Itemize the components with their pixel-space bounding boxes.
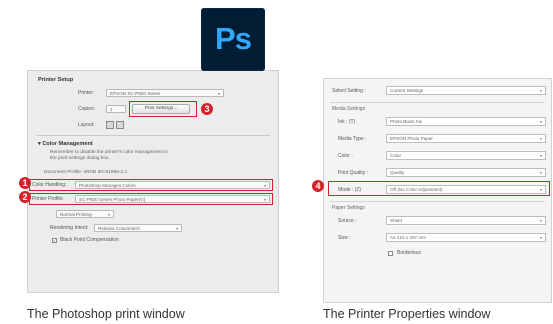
chevron-down-icon: ▾: [539, 187, 542, 192]
printer-profile-label: Printer Profile:: [32, 196, 64, 202]
color-dropdown[interactable]: Color ▾: [386, 151, 546, 160]
ink-dropdown[interactable]: Photo Black Ink ▾: [386, 117, 546, 126]
chevron-down-icon: ▾: [539, 218, 542, 223]
source-label: Source :: [338, 218, 357, 224]
color-handling-value: Photoshop Manages Colors: [79, 183, 136, 188]
chevron-down-icon: ▾: [263, 183, 266, 188]
color-management-title: ▾ Color Management: [38, 141, 93, 147]
chevron-down-icon: ▾: [175, 226, 178, 231]
chevron-down-icon: ▾: [539, 88, 542, 93]
print-mode-value: Normal Printing: [60, 212, 92, 217]
chevron-down-icon: ▾: [539, 119, 542, 124]
print-quality-value: Quality: [390, 170, 405, 175]
chevron-down-icon: ▾: [539, 235, 542, 240]
borderless-label: Borderless: [397, 250, 421, 256]
mode-value: Off (No Color Adjustment): [390, 187, 443, 192]
media-type-dropdown[interactable]: EPSON Photo Paper ▾: [386, 134, 546, 143]
printer-profile-value: SC-P600 Series Photo Paper(G): [79, 197, 146, 202]
mode-label: Mode : (Z): [338, 187, 362, 193]
step-1-badge: 1: [19, 177, 31, 189]
rendering-intent-select[interactable]: Relative Colorimetric ▾: [94, 224, 182, 232]
print-settings-highlight: [129, 101, 197, 117]
color-label: Color :: [338, 153, 353, 159]
left-caption: The Photoshop print window: [27, 307, 185, 321]
step-4-badge: 4: [312, 180, 324, 192]
right-caption: The Printer Properties window: [323, 307, 491, 321]
layout-label: Layout:: [78, 122, 95, 128]
printer-profile-select[interactable]: SC-P600 Series Photo Paper(G) ▾: [75, 195, 270, 203]
step-3-badge: 3: [201, 103, 213, 115]
chevron-down-icon: ▾: [107, 212, 110, 217]
source-dropdown[interactable]: Sheet ▾: [386, 216, 546, 225]
section-divider: [330, 102, 545, 103]
source-value: Sheet: [390, 218, 403, 223]
section-divider: [36, 135, 270, 136]
rendering-intent-label: Rendering Intent:: [50, 225, 89, 231]
photoshop-print-window: Printer Setup Printer: EPSON SC-P600 Ser…: [27, 70, 279, 293]
color-handling-label: Color Handling:: [32, 182, 67, 188]
size-label: Size :: [338, 235, 351, 241]
printer-properties-window: Select Setting : Current Settings ▾ Medi…: [323, 78, 552, 303]
media-type-label: Media Type :: [338, 136, 367, 142]
copies-label: Copies:: [78, 106, 95, 112]
landscape-orientation-icon[interactable]: [116, 121, 124, 129]
color-handling-select[interactable]: Photoshop Manages Colors ▾: [75, 181, 270, 189]
rendering-intent-value: Relative Colorimetric: [98, 226, 141, 231]
bpc-checkbox[interactable]: ✓: [52, 238, 57, 243]
portrait-orientation-icon[interactable]: [106, 121, 114, 129]
photoshop-logo-text: Ps: [215, 21, 252, 56]
chevron-down-icon: ▾: [539, 153, 542, 158]
chevron-down-icon: ▾: [263, 197, 266, 202]
media-settings-title: Media Settings: [332, 106, 366, 112]
select-setting-value: Current Settings: [390, 88, 424, 93]
printer-select-value: EPSON SC-P600 Series: [110, 91, 161, 96]
borderless-checkbox[interactable]: [388, 251, 393, 256]
photoshop-logo: Ps: [201, 8, 265, 71]
color-value: Color: [390, 153, 401, 158]
chevron-down-icon: ▾: [217, 91, 220, 96]
copies-input[interactable]: 1: [106, 105, 126, 113]
size-dropdown[interactable]: A4 210 x 297 mm ▾: [386, 233, 546, 242]
ink-label: Ink : (T): [338, 119, 356, 125]
mode-dropdown[interactable]: Off (No Color Adjustment) ▾: [386, 185, 546, 194]
printer-setup-title: Printer Setup: [38, 77, 74, 83]
printer-label: Printer:: [78, 90, 95, 96]
step-2-badge: 2: [19, 191, 31, 203]
print-quality-dropdown[interactable]: Quality ▾: [386, 168, 546, 177]
print-quality-label: Print Quality :: [338, 170, 369, 176]
size-value: A4 210 x 297 mm: [390, 235, 427, 240]
chevron-down-icon: ▾: [539, 136, 542, 141]
ink-value: Photo Black Ink: [390, 119, 422, 124]
document-profile: Document Profile: sRGB IEC61966-2.1: [44, 170, 128, 175]
media-type-value: EPSON Photo Paper: [390, 136, 433, 141]
select-setting-dropdown[interactable]: Current Settings ▾: [386, 86, 546, 95]
chevron-down-icon: ▾: [539, 170, 542, 175]
print-mode-select[interactable]: Normal Printing ▾: [56, 210, 114, 218]
bpc-label: Black Point Compensation: [60, 237, 119, 243]
printer-select[interactable]: EPSON SC-P600 Series ▾: [106, 89, 224, 97]
section-divider: [330, 201, 545, 202]
color-management-note: Remember to disable the printer's color …: [50, 150, 168, 161]
paper-settings-title: Paper Settings: [332, 205, 365, 211]
select-setting-label: Select Setting :: [332, 88, 366, 94]
